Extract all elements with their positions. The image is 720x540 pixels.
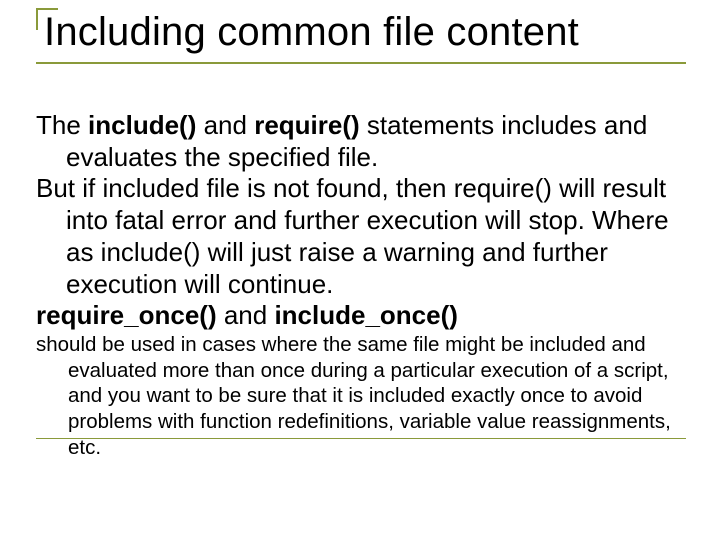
- slide: { "title": "Including common file conten…: [0, 0, 720, 540]
- paragraph-difference: But if included file is not found, then …: [36, 173, 686, 300]
- slide-title: Including common file content: [36, 8, 686, 64]
- title-corner-accent: [36, 8, 58, 30]
- title-area: Including common file content: [36, 8, 686, 64]
- slide-body: The include() and require() statements i…: [36, 110, 686, 460]
- paragraph-once-heading: require_once() and include_once(): [36, 300, 686, 332]
- paragraph-include-require: The include() and require() statements i…: [36, 110, 686, 173]
- footer-rule: [36, 438, 686, 439]
- paragraph-once-explain: should be used in cases where the same f…: [36, 332, 686, 460]
